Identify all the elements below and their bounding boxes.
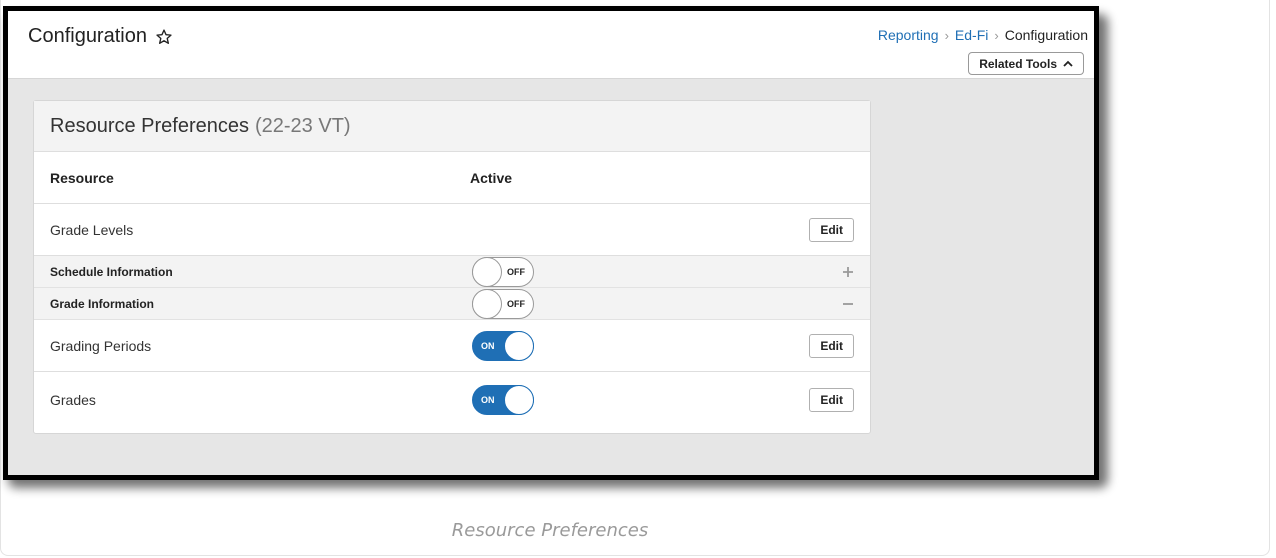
- plus-icon[interactable]: [842, 266, 854, 278]
- related-tools-label: Related Tools: [979, 56, 1057, 71]
- related-tools-button[interactable]: Related Tools: [968, 52, 1084, 75]
- star-outline-icon[interactable]: [155, 28, 173, 46]
- row-schedule-information: Schedule Information OFF: [34, 256, 870, 288]
- toggle-state: OFF: [507, 266, 525, 277]
- toggle-knob: [504, 385, 534, 415]
- row-grades: Grades ON Edit: [34, 372, 870, 428]
- column-header-resource: Resource: [50, 169, 114, 186]
- row-grade-levels: Grade Levels Edit: [34, 204, 870, 256]
- image-caption: Resource Preferences: [451, 520, 649, 541]
- page-header: Configuration Reporting › Ed-Fi › Config…: [8, 11, 1094, 79]
- row-label: Grades: [50, 392, 96, 408]
- minus-icon[interactable]: [842, 298, 854, 310]
- row-label: Grade Levels: [50, 221, 134, 238]
- row-label: Grading Periods: [50, 337, 152, 354]
- card-title: Resource Preferences: [50, 114, 249, 137]
- card-term: (22-23 VT): [254, 114, 351, 137]
- resource-preferences-card: Resource Preferences (22-23 VT) Resource…: [33, 100, 871, 434]
- screenshot-frame: Configuration Reporting › Ed-Fi › Config…: [3, 6, 1099, 480]
- breadcrumb-reporting[interactable]: Reporting: [878, 27, 939, 43]
- chevron-up-icon: [1063, 60, 1073, 67]
- page-title: Configuration: [28, 25, 147, 47]
- toggle-knob: [504, 330, 534, 361]
- schedule-information-toggle[interactable]: OFF: [472, 256, 534, 287]
- grades-toggle[interactable]: ON: [472, 385, 534, 415]
- toggle-knob: [472, 288, 502, 319]
- toggle-state: OFF: [507, 298, 525, 309]
- toggle-state: ON: [481, 340, 495, 351]
- toggle-knob: [472, 256, 502, 287]
- row-grade-information: Grade Information OFF: [34, 288, 870, 320]
- breadcrumb: Reporting › Ed-Fi › Configuration: [878, 27, 1088, 43]
- card-header: Resource Preferences (22-23 VT): [34, 101, 870, 152]
- row-label: Schedule Information: [50, 264, 173, 279]
- toggle-state: ON: [481, 395, 495, 405]
- edit-grades-button[interactable]: Edit: [809, 388, 854, 412]
- edit-grade-levels-button[interactable]: Edit: [809, 217, 854, 242]
- breadcrumb-ed-fi[interactable]: Ed-Fi: [955, 27, 988, 43]
- chevron-right-icon: ›: [994, 27, 999, 43]
- chevron-right-icon: ›: [944, 27, 949, 43]
- grade-information-toggle[interactable]: OFF: [472, 288, 534, 319]
- edit-grading-periods-button[interactable]: Edit: [809, 333, 854, 358]
- row-label: Grade Information: [50, 296, 155, 311]
- page-title-group: Configuration: [28, 25, 173, 48]
- column-header-row: Resource Active: [34, 152, 870, 204]
- row-grading-periods: Grading Periods ON Edit: [34, 320, 870, 372]
- grading-periods-toggle[interactable]: ON: [472, 330, 534, 361]
- column-header-active: Active: [470, 169, 513, 186]
- breadcrumb-configuration: Configuration: [1004, 27, 1088, 43]
